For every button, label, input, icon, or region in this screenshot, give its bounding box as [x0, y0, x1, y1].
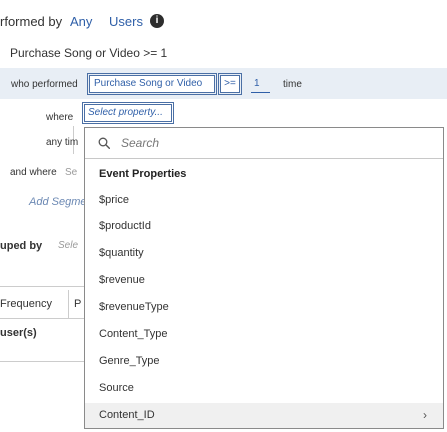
and-where-label: and where: [10, 167, 57, 178]
tab-divider: [68, 290, 69, 318]
anytime-label[interactable]: any tim: [46, 137, 78, 148]
users-count-label: user(s): [0, 327, 37, 339]
property-item-label: Content_ID: [99, 409, 155, 421]
property-select[interactable]: Select property...: [82, 102, 174, 124]
info-icon[interactable]: i: [150, 14, 164, 28]
count-input[interactable]: 1: [254, 78, 260, 89]
tab-frequency[interactable]: Frequency: [0, 298, 52, 310]
chevron-right-icon: ›: [423, 408, 427, 422]
property-item-content-type[interactable]: Content_Type: [85, 322, 443, 347]
divider: [0, 318, 84, 319]
search-icon: [98, 137, 110, 149]
grouped-by-select[interactable]: Sele: [58, 240, 78, 251]
divider: [0, 361, 84, 362]
property-item-content-id[interactable]: Content_ID ›: [85, 403, 443, 428]
segment-title: Purchase Song or Video >= 1: [10, 46, 168, 60]
operator-select[interactable]: >=: [218, 73, 242, 95]
users-selector[interactable]: Users: [109, 14, 143, 29]
property-item-genre-type[interactable]: Genre_Type: [85, 349, 443, 374]
property-item-source[interactable]: Source: [85, 376, 443, 401]
time-label: time: [283, 79, 302, 90]
performed-by-label: rformed by: [0, 14, 63, 29]
search-input[interactable]: [121, 135, 421, 151]
property-item-productid[interactable]: $productId: [85, 214, 443, 239]
property-item-revenuetype[interactable]: $revenueType: [85, 295, 443, 320]
property-item-price[interactable]: $price: [85, 188, 443, 213]
grouped-by-label: uped by: [0, 240, 43, 252]
count-underline: [251, 92, 270, 93]
event-select[interactable]: Purchase Song or Video: [87, 73, 217, 95]
property-item-quantity[interactable]: $quantity: [85, 241, 443, 266]
property-item-revenue[interactable]: $revenue: [85, 268, 443, 293]
any-selector[interactable]: Any: [70, 14, 92, 29]
search-row: [85, 128, 443, 159]
who-performed-label: who performed: [11, 79, 78, 90]
divider: [0, 286, 84, 287]
where-label: where: [46, 112, 74, 123]
tab-p[interactable]: P: [74, 298, 81, 310]
event-properties-heading: Event Properties: [99, 168, 187, 180]
property-dropdown: Event Properties $price $productId $quan…: [84, 127, 444, 429]
and-where-select[interactable]: Se: [65, 167, 77, 178]
